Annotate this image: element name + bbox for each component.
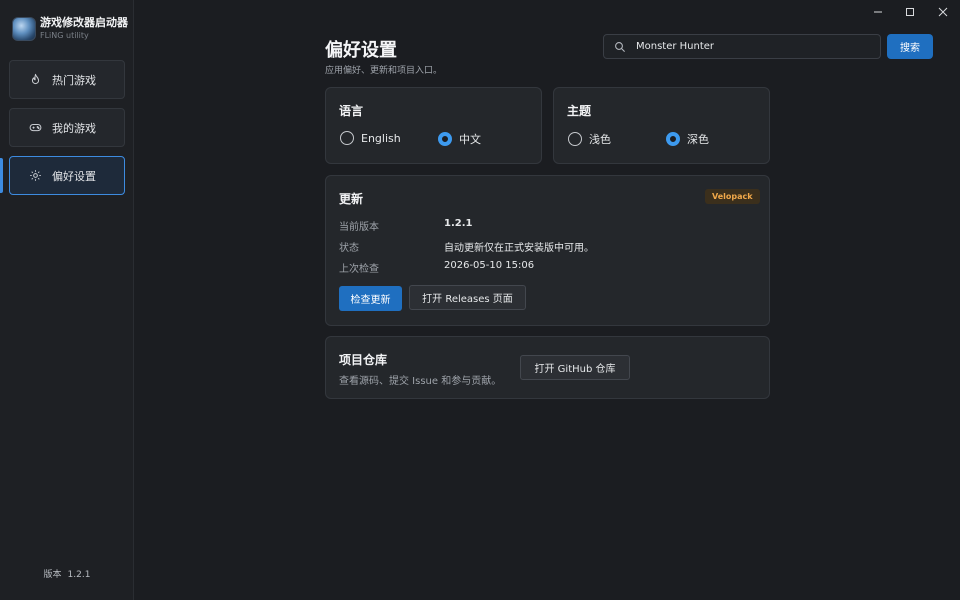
app-subtitle: FLiNG utility: [40, 31, 89, 40]
language-option-english[interactable]: English: [340, 131, 401, 145]
language-title: 语言: [339, 104, 364, 118]
search-box[interactable]: [603, 34, 881, 59]
gamepad-icon: [28, 121, 42, 135]
language-option-chinese[interactable]: 中文: [438, 131, 481, 147]
radio-label: 中文: [459, 133, 481, 146]
theme-option-light[interactable]: 浅色: [568, 131, 611, 147]
radio-circle: [438, 132, 452, 146]
open-github-button[interactable]: 打开 GitHub 仓库: [520, 355, 630, 380]
gear-icon: [28, 169, 42, 183]
search-button[interactable]: 搜索: [887, 34, 933, 59]
brand: 游戏修改器启动器 FLiNG utility: [12, 16, 128, 41]
search-icon: [614, 41, 626, 53]
check-update-button[interactable]: 检查更新: [339, 286, 402, 311]
sidebar-item-popular-games[interactable]: 热门游戏: [9, 60, 125, 99]
status-value: 自动更新仅在正式安装版中可用。: [444, 243, 594, 254]
repo-title: 项目仓库: [339, 353, 388, 367]
radio-circle: [340, 131, 354, 145]
close-icon: [938, 7, 948, 17]
sidebar-version: 版本 1.2.1: [0, 567, 134, 580]
theme-card: 主题 浅色 深色: [553, 87, 770, 164]
minimize-icon: [873, 7, 883, 17]
status-label: 状态: [339, 243, 359, 254]
radio-label: 深色: [687, 133, 709, 146]
radio-label: English: [361, 131, 401, 145]
open-releases-button[interactable]: 打开 Releases 页面: [409, 285, 526, 310]
repo-description: 查看源码、提交 Issue 和参与贡献。: [339, 376, 502, 387]
app-title: 游戏修改器启动器: [40, 16, 128, 29]
version-label: 版本: [43, 570, 62, 580]
last-check-value: 2026-05-10 15:06: [444, 260, 535, 271]
theme-title: 主题: [567, 104, 592, 118]
current-version-value: 1.2.1: [444, 218, 473, 229]
close-button[interactable]: [927, 0, 959, 24]
version-number: 1.2.1: [67, 570, 91, 580]
radio-circle: [568, 132, 582, 146]
flame-icon: [28, 73, 42, 87]
sidebar-item-preferences[interactable]: 偏好设置: [9, 156, 125, 195]
radio-label: 浅色: [589, 133, 611, 146]
sidebar: 游戏修改器启动器 FLiNG utility 热门游戏 我的游戏 偏好设置 版本…: [0, 0, 134, 600]
active-indicator: [0, 158, 3, 193]
language-card: 语言 English 中文: [325, 87, 542, 164]
sidebar-item-label: 热门游戏: [52, 73, 96, 87]
velopack-badge: Velopack: [705, 189, 760, 204]
minimize-button[interactable]: [862, 0, 894, 24]
sidebar-item-label: 偏好设置: [52, 169, 96, 183]
sidebar-item-my-games[interactable]: 我的游戏: [9, 108, 125, 147]
app-logo: [12, 16, 36, 41]
radio-circle: [666, 132, 680, 146]
current-version-label: 当前版本: [339, 222, 379, 233]
sidebar-item-label: 我的游戏: [52, 121, 96, 135]
update-title: 更新: [339, 192, 364, 206]
maximize-button[interactable]: [894, 0, 926, 24]
page-title: 偏好设置: [325, 40, 397, 61]
search-input[interactable]: [636, 41, 866, 52]
theme-option-dark[interactable]: 深色: [666, 131, 709, 147]
maximize-icon: [905, 7, 915, 17]
page-subtitle: 应用偏好、更新和项目入口。: [325, 66, 443, 76]
last-check-label: 上次检查: [339, 264, 379, 275]
